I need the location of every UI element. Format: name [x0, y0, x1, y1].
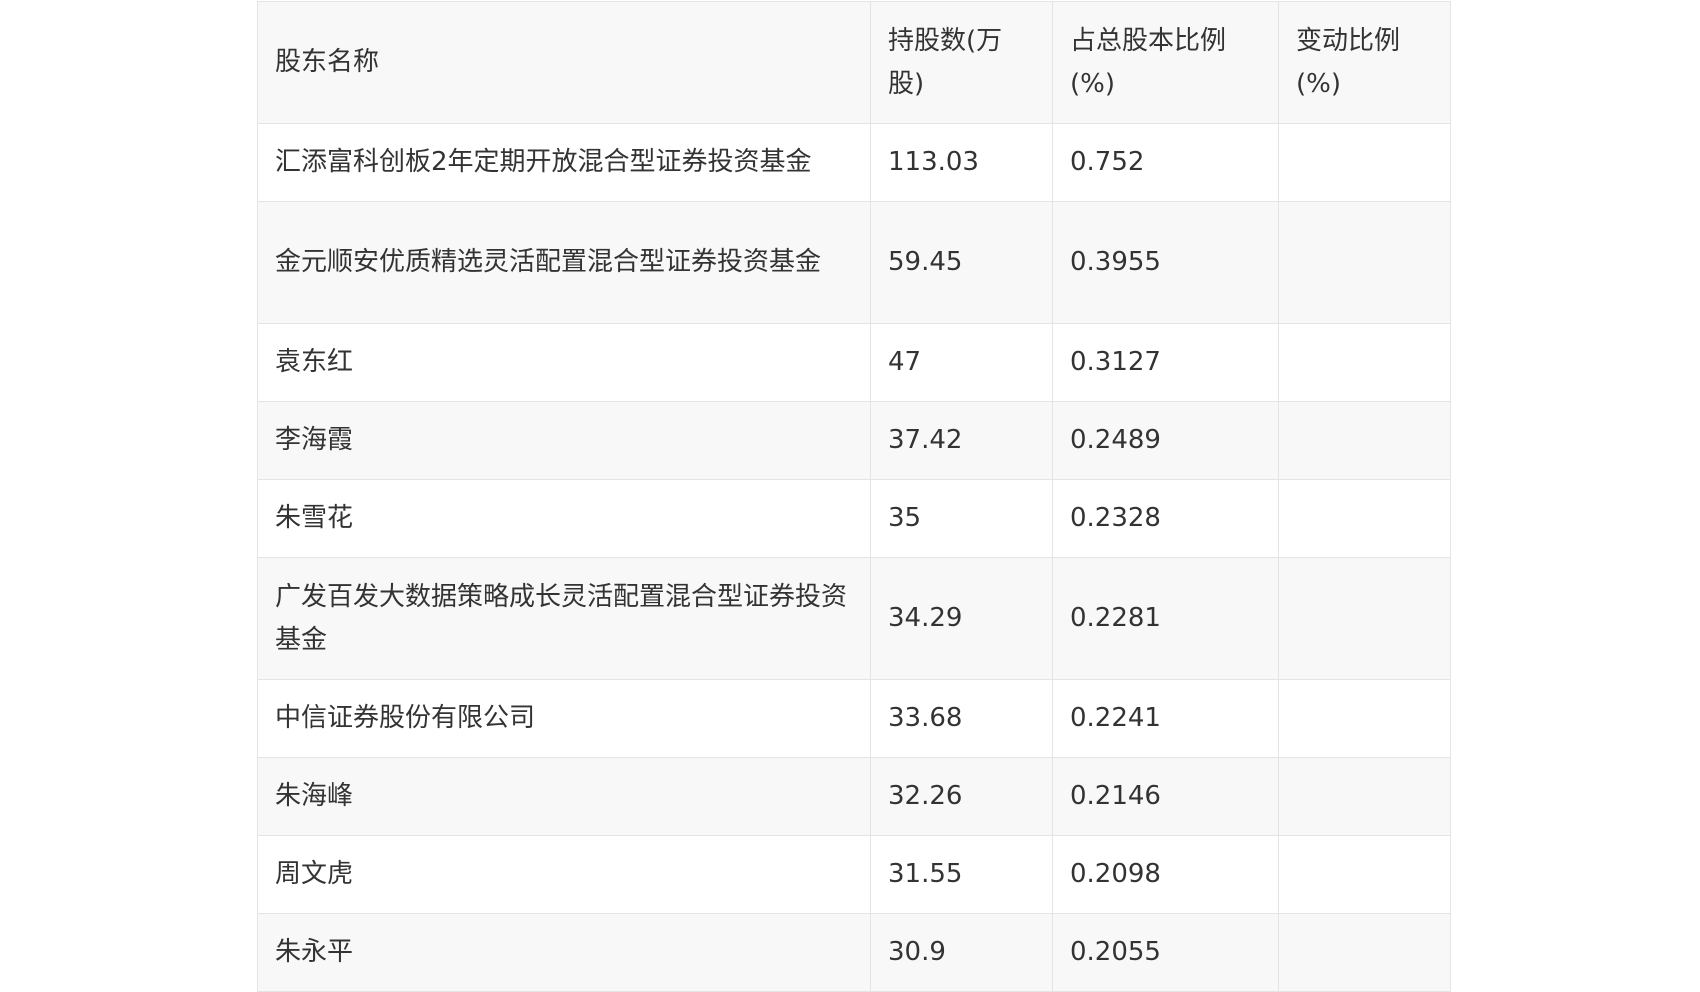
change-ratio-cell [1278, 913, 1451, 992]
table-row: 广发百发大数据策略成长灵活配置混合型证券投资基金 34.29 0.2281 [257, 557, 1451, 680]
header-change-ratio: 变动比例(%) [1278, 1, 1451, 124]
change-ratio-cell [1278, 201, 1451, 324]
change-ratio-cell [1278, 835, 1451, 914]
table-row: 朱雪花 35 0.2328 [257, 479, 1451, 558]
ratio-cell: 0.752 [1052, 123, 1279, 202]
shares-cell: 37.42 [870, 401, 1053, 480]
shares-cell: 35 [870, 479, 1053, 558]
ratio-cell: 0.2146 [1052, 757, 1279, 836]
shareholder-name-cell: 汇添富科创板2年定期开放混合型证券投资基金 [257, 123, 871, 202]
shares-cell: 30.9 [870, 913, 1053, 992]
ratio-cell: 0.2055 [1052, 913, 1279, 992]
shareholder-name-cell: 袁东红 [257, 323, 871, 402]
table-row: 周文虎 31.55 0.2098 [257, 835, 1451, 914]
table-row: 汇添富科创板2年定期开放混合型证券投资基金 113.03 0.752 [257, 123, 1451, 202]
table-row: 中信证券股份有限公司 33.68 0.2241 [257, 679, 1451, 758]
header-shares: 持股数(万股) [870, 1, 1053, 124]
shareholder-table: 股东名称 持股数(万股) 占总股本比例(%) 变动比例(%) 汇添富科创板2年定… [257, 1, 1451, 992]
ratio-cell: 0.2098 [1052, 835, 1279, 914]
shares-cell: 59.45 [870, 201, 1053, 324]
shareholder-name-cell: 朱海峰 [257, 757, 871, 836]
shareholder-name-cell: 朱雪花 [257, 479, 871, 558]
shareholder-name-cell: 李海霞 [257, 401, 871, 480]
table-row: 金元顺安优质精选灵活配置混合型证券投资基金 59.45 0.3955 [257, 201, 1451, 324]
shareholder-name-cell: 金元顺安优质精选灵活配置混合型证券投资基金 [257, 201, 871, 324]
change-ratio-cell [1278, 557, 1451, 680]
shares-cell: 33.68 [870, 679, 1053, 758]
change-ratio-cell [1278, 323, 1451, 402]
change-ratio-cell [1278, 123, 1451, 202]
shares-cell: 47 [870, 323, 1053, 402]
header-row: 股东名称 持股数(万股) 占总股本比例(%) 变动比例(%) [257, 1, 1451, 124]
shares-cell: 32.26 [870, 757, 1053, 836]
table-row: 李海霞 37.42 0.2489 [257, 401, 1451, 480]
ratio-cell: 0.2328 [1052, 479, 1279, 558]
ratio-cell: 0.2281 [1052, 557, 1279, 680]
table-row: 朱海峰 32.26 0.2146 [257, 757, 1451, 836]
ratio-cell: 0.2489 [1052, 401, 1279, 480]
shareholder-name-cell: 广发百发大数据策略成长灵活配置混合型证券投资基金 [257, 557, 871, 680]
header-shareholder-name: 股东名称 [257, 1, 871, 124]
ratio-cell: 0.3955 [1052, 201, 1279, 324]
shareholder-table-container: 股东名称 持股数(万股) 占总股本比例(%) 变动比例(%) 汇添富科创板2年定… [257, 1, 1451, 992]
table-row: 朱永平 30.9 0.2055 [257, 913, 1451, 992]
shares-cell: 31.55 [870, 835, 1053, 914]
table-row: 袁东红 47 0.3127 [257, 323, 1451, 402]
change-ratio-cell [1278, 401, 1451, 480]
ratio-cell: 0.2241 [1052, 679, 1279, 758]
ratio-cell: 0.3127 [1052, 323, 1279, 402]
table-body: 汇添富科创板2年定期开放混合型证券投资基金 113.03 0.752 金元顺安优… [257, 123, 1451, 992]
shareholder-name-cell: 中信证券股份有限公司 [257, 679, 871, 758]
shareholder-name-cell: 周文虎 [257, 835, 871, 914]
shares-cell: 113.03 [870, 123, 1053, 202]
shareholder-name-cell: 朱永平 [257, 913, 871, 992]
change-ratio-cell [1278, 479, 1451, 558]
header-ratio: 占总股本比例(%) [1052, 1, 1279, 124]
shares-cell: 34.29 [870, 557, 1053, 680]
table-header: 股东名称 持股数(万股) 占总股本比例(%) 变动比例(%) [257, 1, 1451, 124]
change-ratio-cell [1278, 679, 1451, 758]
change-ratio-cell [1278, 757, 1451, 836]
